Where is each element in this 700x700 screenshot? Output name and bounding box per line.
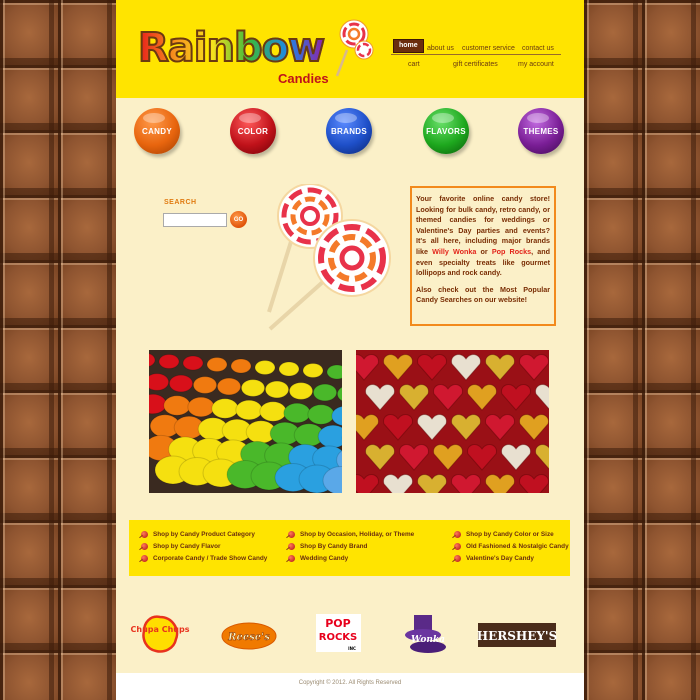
candy-bullet-icon bbox=[141, 555, 148, 562]
search-go-button[interactable]: GO bbox=[230, 211, 247, 228]
nav-gift-certificates[interactable]: gift certificates bbox=[453, 61, 498, 68]
candy-bullet-icon bbox=[454, 543, 461, 550]
category-candy-button[interactable]: CANDY bbox=[134, 108, 180, 154]
search-input[interactable] bbox=[163, 213, 227, 227]
candy-bullet-icon bbox=[288, 555, 295, 562]
lollipops-image bbox=[267, 184, 391, 331]
link-shop-by-flavor[interactable]: Shop by Candy Flavor bbox=[141, 543, 220, 550]
promo-box: Your favorite online candy store! Lookin… bbox=[410, 186, 556, 326]
svg-text:ROCKS: ROCKS bbox=[319, 632, 358, 643]
wonka-logo[interactable]: Wonka bbox=[405, 615, 446, 653]
page: Rainbow Candies home about us customer s… bbox=[116, 0, 584, 700]
nav-my-account[interactable]: my account bbox=[518, 61, 554, 68]
link-shop-by-category[interactable]: Shop by Candy Product Category bbox=[141, 531, 255, 538]
nav-about-us[interactable]: about us bbox=[427, 45, 454, 52]
logo[interactable]: Rainbow Candies bbox=[137, 19, 378, 94]
link-old-fashioned[interactable]: Old Fashioned & Nostalgic Candy bbox=[454, 543, 569, 550]
logo-wordmark: Rainbow bbox=[137, 24, 326, 72]
candy-bullet-icon bbox=[288, 543, 295, 550]
nav-customer-service[interactable]: customer service bbox=[462, 45, 515, 52]
link-shop-by-color-size[interactable]: Shop by Candy Color or Size bbox=[454, 531, 554, 538]
category-buttons: CANDY COLOR BRANDS FLAVORS THEMES bbox=[116, 108, 584, 158]
reeses-logo[interactable]: Reese's bbox=[221, 622, 277, 650]
shop-links: Shop by Candy Product Category Shop by C… bbox=[129, 520, 570, 576]
footer bbox=[116, 673, 584, 700]
chupa-chups-logo[interactable]: Chupa Chups bbox=[131, 615, 190, 653]
candy-bullet-icon bbox=[141, 531, 148, 538]
svg-text:HERSHEY'S: HERSHEY'S bbox=[477, 629, 558, 643]
main-nav: home about us customer service contact u… bbox=[391, 39, 561, 68]
promo-paragraph-1: Your favorite online candy store! Lookin… bbox=[416, 194, 551, 278]
candy-bullet-icon bbox=[454, 555, 461, 562]
heart-chocolates-photo bbox=[356, 350, 549, 493]
candy-bullet-icon bbox=[141, 543, 148, 550]
category-flavors-button[interactable]: FLAVORS bbox=[423, 108, 469, 154]
brand-logos: Chupa Chups Reese's POP ROCKS INC Wonka … bbox=[116, 605, 584, 665]
lollipop-logo-icon bbox=[335, 19, 374, 77]
link-valentines-candy[interactable]: Valentine's Day Candy bbox=[454, 555, 534, 562]
brand-link-willy-wonka[interactable]: Willy Wonka bbox=[432, 247, 476, 256]
svg-text:Wonka: Wonka bbox=[411, 635, 445, 645]
svg-text:INC: INC bbox=[348, 646, 356, 651]
svg-text:Chupa Chups: Chupa Chups bbox=[131, 625, 190, 634]
candy-bullet-icon bbox=[288, 531, 295, 538]
rainbow-candy-photo bbox=[149, 350, 342, 493]
logo-subtitle: Candies bbox=[278, 71, 329, 86]
promo-paragraph-2: Also check out the Most Popular Candy Se… bbox=[416, 284, 550, 305]
link-corporate-candy[interactable]: Corporate Candy / Trade Show Candy bbox=[141, 555, 267, 562]
brand-link-pop-rocks[interactable]: Pop Rocks bbox=[492, 247, 531, 256]
pop-rocks-logo[interactable]: POP ROCKS INC bbox=[316, 614, 361, 652]
header: Rainbow Candies home about us customer s… bbox=[116, 0, 584, 98]
link-wedding-candy[interactable]: Wedding Candy bbox=[288, 555, 348, 562]
copyright: Copyright © 2012. All Rights Reserved bbox=[298, 680, 402, 686]
link-shop-by-brand[interactable]: Shop By Candy Brand bbox=[288, 543, 367, 550]
hersheys-logo[interactable]: HERSHEY'S bbox=[477, 623, 558, 647]
category-brands-button[interactable]: BRANDS bbox=[326, 108, 372, 154]
nav-contact-us[interactable]: contact us bbox=[522, 45, 554, 52]
chocolate-bar-left bbox=[0, 0, 116, 700]
chocolate-bar-right bbox=[584, 0, 700, 700]
svg-text:Reese's: Reese's bbox=[227, 632, 270, 643]
svg-text:POP: POP bbox=[325, 617, 350, 630]
nav-home[interactable]: home bbox=[393, 39, 424, 53]
nav-cart[interactable]: cart bbox=[408, 61, 420, 68]
category-color-button[interactable]: COLOR bbox=[230, 108, 276, 154]
candy-bullet-icon bbox=[454, 531, 461, 538]
link-shop-by-occasion[interactable]: Shop by Occasion, Holiday, or Theme bbox=[288, 531, 414, 538]
category-themes-button[interactable]: THEMES bbox=[518, 108, 564, 154]
search-label: SEARCH bbox=[164, 199, 197, 206]
